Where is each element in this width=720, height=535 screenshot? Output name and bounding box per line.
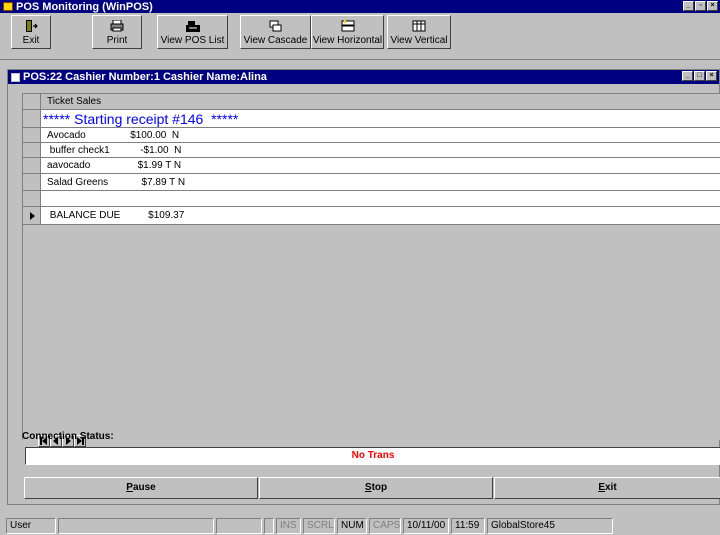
app-icon[interactable] — [3, 2, 13, 11]
ticket-line: BALANCE DUE $109.37 — [41, 207, 720, 225]
status-caps: CAPS — [369, 518, 401, 534]
view-cascade-button[interactable]: View Cascade — [240, 15, 311, 49]
toolbar: Exit Print View POS List View Cascade Vi… — [0, 14, 720, 60]
row-indicator[interactable] — [23, 110, 41, 128]
current-row-arrow-icon — [29, 211, 35, 220]
tile-horizontal-icon — [341, 20, 354, 32]
print-button[interactable]: Print — [92, 15, 142, 49]
stop-button[interactable]: Stop — [259, 477, 493, 499]
status-pane-blank — [264, 518, 274, 534]
app-title: POS Monitoring (WinPOS) — [16, 0, 153, 13]
window-controls: _ ▫ × — [683, 1, 718, 11]
grid-header: Ticket Sales — [23, 94, 720, 110]
row-indicator[interactable] — [23, 143, 41, 158]
document-icon[interactable] — [11, 72, 20, 82]
pos-child-window: POS:22 Cashier Number:1 Cashier Name:Ali… — [7, 69, 720, 505]
app-title-bar[interactable]: POS Monitoring (WinPOS) _ ▫ × — [0, 0, 720, 13]
view-pos-list-button[interactable]: View POS List — [157, 15, 228, 49]
connection-status-label: Connection Status: — [22, 431, 114, 442]
ticket-line — [41, 191, 720, 207]
table-row[interactable]: Avocado $100.00 N — [23, 128, 720, 143]
view-vertical-button[interactable]: View Vertical — [387, 15, 451, 49]
row-indicator[interactable] — [23, 191, 41, 207]
exit-door-icon — [26, 20, 38, 32]
status-bar: User INS SCRL NUM CAPS 10/11/00 11:59 Gl… — [0, 517, 720, 535]
tile-vertical-icon — [412, 20, 426, 32]
exit-button-label: xit — [605, 482, 617, 493]
row-indicator[interactable] — [23, 174, 41, 191]
child-maximize-button[interactable]: □ — [694, 71, 705, 81]
close-button[interactable]: × — [707, 1, 718, 11]
status-scrl: SCRL — [303, 518, 335, 534]
table-row[interactable]: ***** Starting receipt #146 ***** — [23, 110, 720, 128]
view-horizontal-button[interactable]: View Horizontal — [311, 15, 384, 49]
row-indicator[interactable] — [23, 158, 41, 174]
status-pane-blank — [216, 518, 262, 534]
grid-header-indicator — [23, 94, 41, 110]
toolbar-button-label: View Horizontal — [312, 35, 383, 46]
status-num: NUM — [337, 518, 367, 534]
ticket-line: Salad Greens $7.89 T N — [41, 174, 720, 191]
current-row-indicator[interactable] — [23, 207, 41, 225]
ticket-sales-grid[interactable]: Ticket Sales ***** Starting receipt #146… — [22, 93, 720, 447]
pause-button-label: ause — [132, 482, 156, 493]
pos-register-icon — [185, 21, 200, 32]
exit-toolbar-button[interactable]: Exit — [11, 15, 51, 49]
toolbar-button-label: View Vertical — [390, 35, 448, 46]
status-store: GlobalStore45 — [487, 518, 613, 534]
ticket-line: buffer check1 -$1.00 N — [41, 143, 720, 158]
restore-button[interactable]: ▫ — [695, 1, 706, 11]
ticket-sales-header[interactable]: Ticket Sales — [41, 94, 720, 110]
table-row[interactable]: buffer check1 -$1.00 N — [23, 143, 720, 158]
row-indicator[interactable] — [23, 128, 41, 143]
connection-status-value: No Trans — [25, 447, 720, 465]
table-row[interactable]: BALANCE DUE $109.37 — [23, 207, 720, 225]
toolbar-button-label: Exit — [22, 35, 40, 46]
status-user: User — [6, 518, 56, 534]
toolbar-button-label: Print — [106, 35, 128, 46]
child-minimize-button[interactable]: _ — [682, 71, 693, 81]
child-close-button[interactable]: × — [706, 71, 717, 81]
exit-button[interactable]: Exit — [494, 477, 720, 499]
status-pane-blank — [58, 518, 214, 534]
stop-button-label: top — [371, 482, 388, 493]
toolbar-button-label: View Cascade — [243, 35, 308, 46]
table-row[interactable] — [23, 191, 720, 207]
table-row[interactable]: aavocado $1.99 T N — [23, 158, 720, 174]
child-title-bar[interactable]: POS:22 Cashier Number:1 Cashier Name:Ali… — [8, 70, 719, 84]
toolbar-button-label: View POS List — [160, 35, 225, 46]
child-window-title: POS:22 Cashier Number:1 Cashier Name:Ali… — [23, 71, 267, 83]
status-time: 11:59 — [451, 518, 485, 534]
ticket-line: ***** Starting receipt #146 ***** — [41, 110, 720, 128]
child-window-controls: _ □ × — [682, 71, 717, 81]
pause-button[interactable]: Pause — [24, 477, 258, 499]
status-ins: INS — [276, 518, 301, 534]
ticket-line: Avocado $100.00 N — [41, 128, 720, 143]
ticket-line: aavocado $1.99 T N — [41, 158, 720, 174]
status-date: 10/11/00 — [403, 518, 449, 534]
printer-icon — [110, 20, 124, 32]
table-row[interactable]: Salad Greens $7.89 T N — [23, 174, 720, 191]
cascade-windows-icon — [269, 20, 281, 32]
minimize-button[interactable]: _ — [683, 1, 694, 11]
